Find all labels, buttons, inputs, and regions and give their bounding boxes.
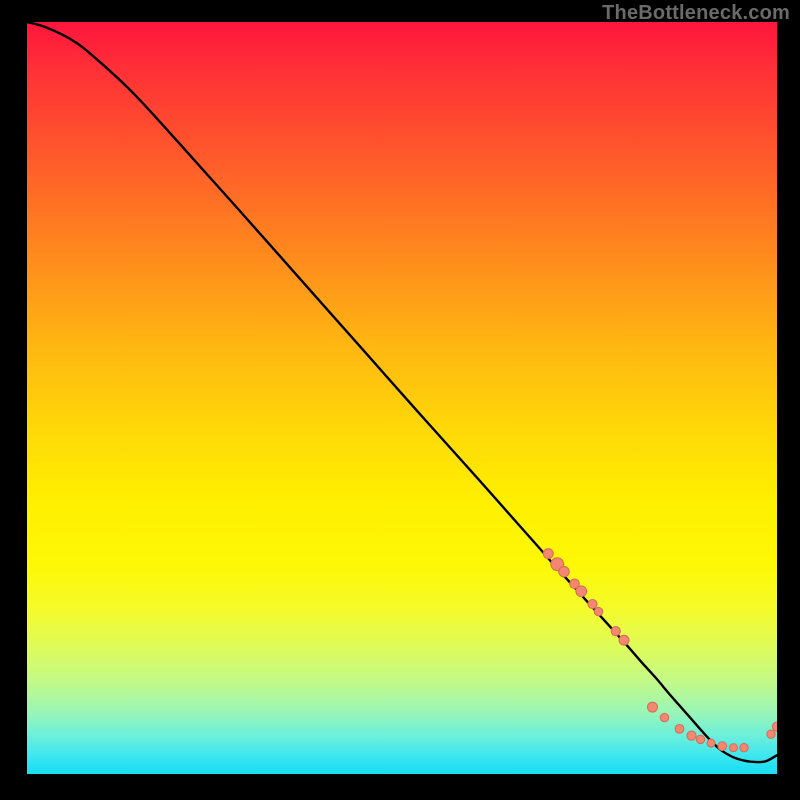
data-marker (570, 579, 580, 589)
data-marker (718, 742, 727, 751)
data-marker (648, 702, 658, 712)
data-marker (576, 586, 587, 597)
data-marker (707, 739, 715, 747)
data-marker (772, 722, 777, 731)
plot-area (27, 22, 777, 774)
data-marker (619, 635, 629, 645)
data-marker (611, 627, 620, 636)
bottleneck-curve (27, 22, 777, 762)
data-marker (675, 724, 684, 733)
data-marker (559, 567, 569, 577)
data-markers (543, 549, 777, 752)
data-marker (696, 735, 704, 743)
data-marker (551, 558, 564, 571)
data-marker (543, 549, 553, 559)
data-marker (767, 730, 775, 738)
data-marker (588, 599, 597, 608)
data-marker (730, 744, 738, 752)
data-marker (740, 743, 748, 751)
data-marker (594, 607, 602, 615)
data-marker (687, 731, 696, 740)
curve-svg (27, 22, 777, 774)
data-marker (660, 713, 668, 721)
chart-stage: TheBottleneck.com (0, 0, 800, 800)
